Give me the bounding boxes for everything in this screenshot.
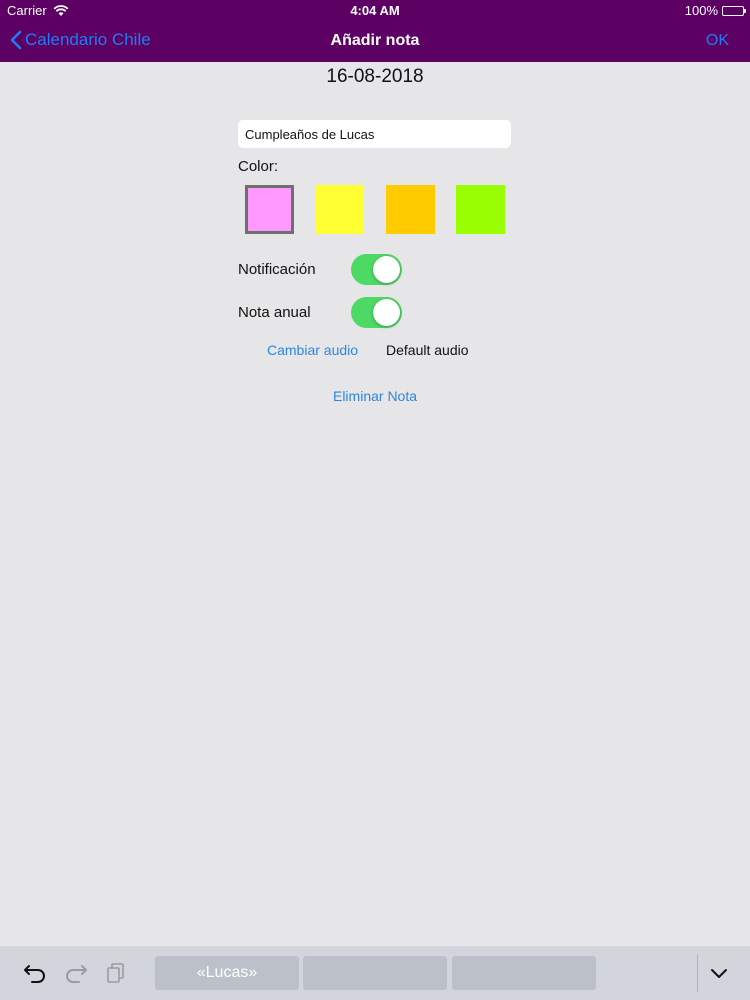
color-swatch-orange[interactable] bbox=[386, 185, 435, 234]
battery-label: 100% bbox=[684, 3, 718, 18]
note-date: 16-08-2018 bbox=[326, 66, 424, 87]
annual-note-toggle[interactable] bbox=[351, 297, 402, 328]
page-title: Añadir nota bbox=[330, 32, 420, 49]
delete-note-label[interactable]: Eliminar Nota bbox=[333, 388, 417, 404]
suggestion-button[interactable] bbox=[452, 956, 596, 990]
keyboard-shortcut-bar: «Lucas» bbox=[0, 946, 750, 1000]
suggestion-button[interactable] bbox=[303, 956, 447, 990]
note-title-input[interactable] bbox=[238, 120, 511, 148]
toggle-knob bbox=[373, 256, 400, 283]
redo-icon[interactable] bbox=[64, 962, 88, 984]
color-swatch-pink[interactable] bbox=[245, 185, 294, 234]
battery-icon bbox=[722, 5, 746, 16]
change-audio-link[interactable]: Cambiar audio bbox=[267, 342, 358, 358]
status-time: 4:04 AM bbox=[350, 3, 400, 18]
notification-toggle[interactable] bbox=[351, 254, 402, 285]
status-battery: 100% bbox=[684, 3, 746, 18]
notification-label: Notificación bbox=[238, 261, 316, 278]
toggle-knob bbox=[373, 299, 400, 326]
suggestion-label: «Lucas» bbox=[196, 964, 258, 981]
delete-note-link[interactable]: Eliminar Nota bbox=[0, 388, 750, 404]
suggestion-button[interactable]: «Lucas» bbox=[155, 956, 299, 990]
ok-button[interactable]: OK bbox=[706, 32, 729, 50]
color-swatch-yellow[interactable] bbox=[315, 185, 364, 234]
divider bbox=[697, 954, 698, 992]
undo-icon[interactable] bbox=[23, 962, 47, 984]
chevron-down-icon[interactable] bbox=[707, 962, 731, 984]
audio-value: Default audio bbox=[386, 342, 469, 358]
app-screen: Carrier 4:04 AM 100% Calendario Chile Añ… bbox=[0, 0, 750, 1000]
color-swatch-green[interactable] bbox=[456, 185, 505, 234]
color-label: Color: bbox=[238, 158, 279, 175]
annual-note-label: Nota anual bbox=[238, 304, 311, 321]
paste-icon[interactable] bbox=[104, 962, 128, 984]
header: Carrier 4:04 AM 100% Calendario Chile Añ… bbox=[0, 0, 750, 62]
